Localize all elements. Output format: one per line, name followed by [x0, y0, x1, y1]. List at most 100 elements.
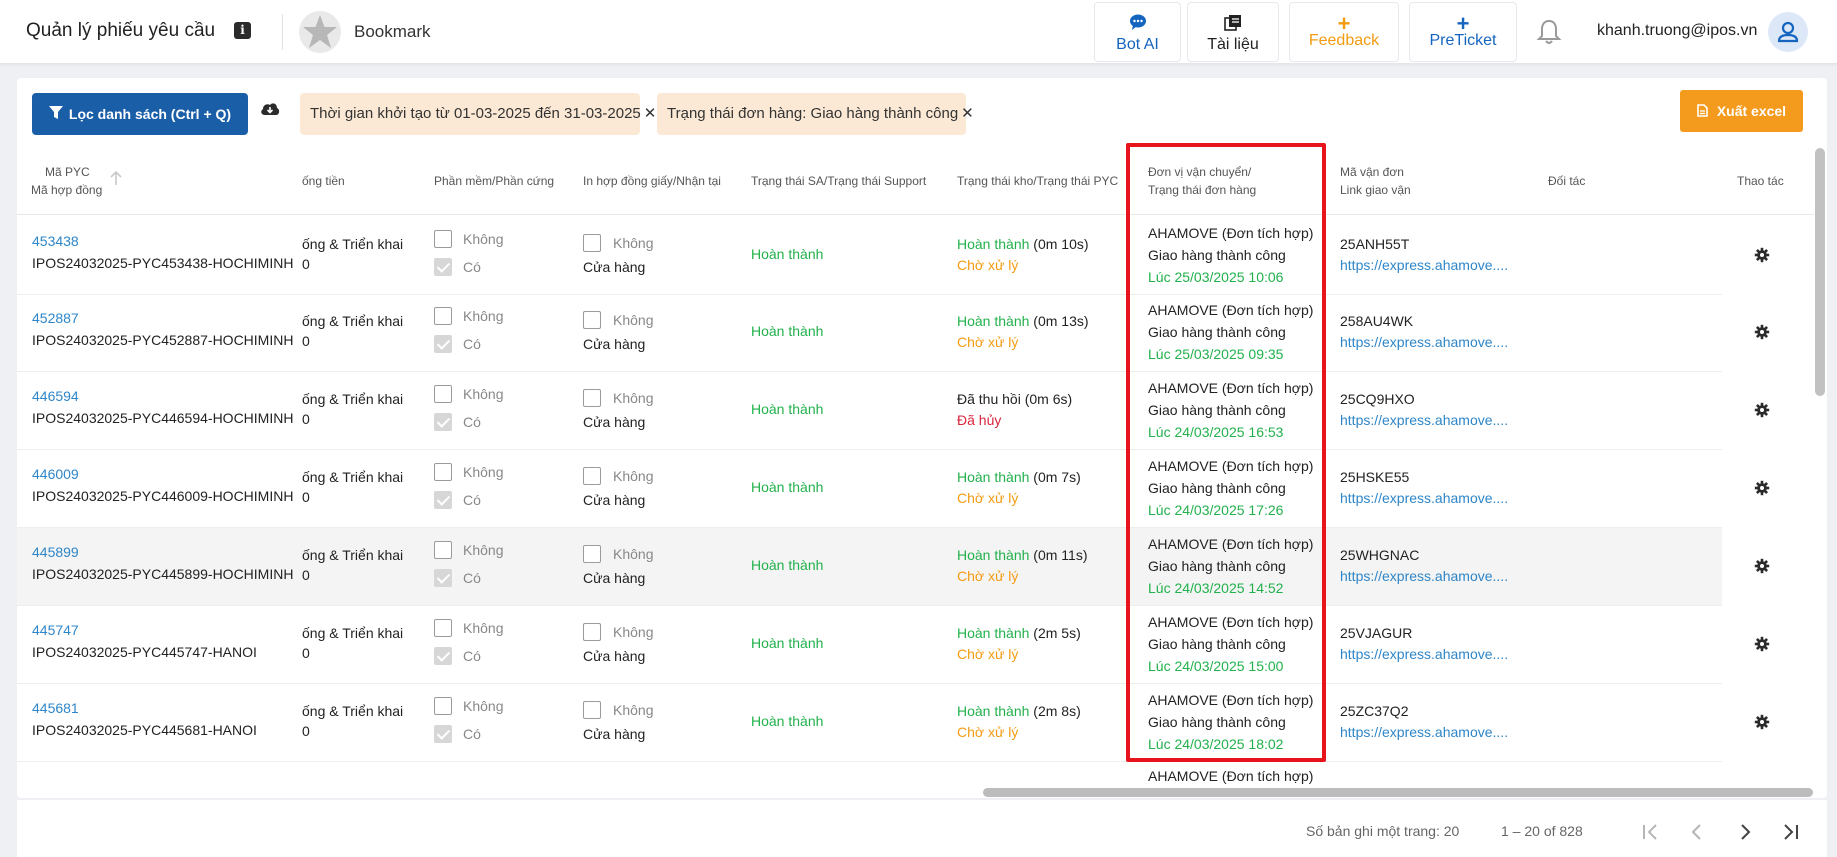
pyc-id-link[interactable]: 445899	[32, 542, 79, 562]
header-doi-tac[interactable]: Đối tác	[1548, 172, 1585, 190]
header-don-vi-van-chuyen[interactable]: Đơn vị vận chuyển/	[1148, 163, 1251, 181]
checkbox-print-contract[interactable]	[583, 623, 601, 641]
warehouse-status-text: Hoàn thành	[957, 236, 1030, 252]
contract-code: IPOS24032025-PYC445899-HOCHIMINH	[32, 566, 294, 582]
checkbox-software-khong[interactable]	[434, 541, 452, 559]
checkbox-print-contract[interactable]	[583, 389, 601, 407]
header-in-hop-dong[interactable]: In hợp đồng giấy/Nhận tại	[583, 172, 721, 190]
pyc-id-link[interactable]: 445747	[32, 620, 79, 640]
cloud-download-icon[interactable]	[260, 100, 280, 118]
tracking-link[interactable]: https://express.ahamove....	[1340, 566, 1508, 586]
table-row[interactable]: 445747 IPOS24032025-PYC445747-HANOI ống & …	[17, 606, 1770, 684]
user-email[interactable]: khanh.truong@ipos.vn	[1597, 22, 1757, 40]
tracking-link[interactable]: https://express.ahamove....	[1340, 255, 1508, 275]
next-page-icon[interactable]	[1733, 820, 1757, 844]
table-row[interactable]: 446009 IPOS24032025-PYC446009-HOCHIMINH ốn…	[17, 450, 1770, 528]
header-ma-hop-dong[interactable]: Mã hợp đồng	[31, 181, 102, 199]
header-trang-thai-sa[interactable]: Trạng thái SA/Trạng thái Support	[751, 172, 926, 190]
checkbox-hardware-co[interactable]	[434, 647, 452, 665]
warehouse-status-text: Hoàn thành	[957, 625, 1030, 641]
table-row[interactable]: 452887 IPOS24032025-PYC452887-HOCHIMINH ốn…	[17, 294, 1770, 372]
delivery-time: Lúc 25/03/2025 10:06	[1148, 269, 1284, 285]
first-page-icon[interactable]	[1638, 820, 1662, 844]
settings-gear-icon[interactable]	[1754, 636, 1770, 652]
settings-gear-icon[interactable]	[1754, 402, 1770, 418]
settings-gear-icon[interactable]	[1754, 558, 1770, 574]
pyc-status: Chờ xử lý	[957, 490, 1019, 506]
checkbox-software-khong[interactable]	[434, 619, 452, 637]
info-icon[interactable]: i	[234, 22, 251, 39]
header-trang-thai-kho[interactable]: Trạng thái kho/Trạng thái PYC	[957, 172, 1118, 190]
pyc-id-link[interactable]: 446594	[32, 386, 79, 406]
vertical-scrollbar[interactable]	[1815, 148, 1825, 396]
checkbox-hardware-co[interactable]	[434, 258, 452, 276]
table-row[interactable]: 445899 IPOS24032025-PYC445899-HOCHIMINH ốn…	[17, 528, 1770, 606]
header-thu-tien[interactable]: ống tiền	[302, 172, 345, 190]
tracking-link[interactable]: https://express.ahamove....	[1340, 410, 1508, 430]
filter-chip-order-status[interactable]: Trạng thái đơn hàng: Giao hàng thành côn…	[657, 93, 974, 135]
header-ma-pyc[interactable]: Mã PYC	[45, 163, 90, 181]
export-excel-button[interactable]: Xuất excel	[1680, 90, 1803, 132]
bot-ai-button[interactable]: Bot AI	[1094, 2, 1181, 62]
warehouse-duration: (0m 7s)	[1033, 469, 1081, 485]
checkbox-print-contract[interactable]	[583, 234, 601, 252]
per-page-label[interactable]: Số bản ghi một trang: 20	[1306, 823, 1459, 839]
pyc-status: Chờ xử lý	[957, 334, 1019, 350]
checkbox-hardware-co[interactable]	[434, 335, 452, 353]
bookmark-label[interactable]: Bookmark	[354, 22, 431, 42]
settings-gear-icon[interactable]	[1754, 714, 1770, 730]
tracking-link[interactable]: https://express.ahamove....	[1340, 488, 1508, 508]
pyc-id-link[interactable]: 453438	[32, 231, 79, 251]
checkbox-hardware-co[interactable]	[434, 491, 452, 509]
table-row[interactable]: 445681 IPOS24032025-PYC445681-HANOI ống & …	[17, 684, 1770, 762]
checkbox-software-khong[interactable]	[434, 697, 452, 715]
checkbox-software-khong[interactable]	[434, 385, 452, 403]
settings-gear-icon[interactable]	[1754, 480, 1770, 496]
checkbox-print-contract[interactable]	[583, 467, 601, 485]
checkbox-hardware-co[interactable]	[434, 413, 452, 431]
last-page-icon[interactable]	[1779, 820, 1803, 844]
bookmark-star-icon[interactable]	[298, 10, 342, 54]
horizontal-scrollbar[interactable]	[983, 788, 1813, 797]
feedback-button[interactable]: + Feedback	[1289, 2, 1399, 62]
header-link-giao-van[interactable]: Link giao vận	[1340, 181, 1411, 199]
pyc-id-link[interactable]: 445681	[32, 698, 79, 718]
sa-status: Hoàn thành	[751, 713, 824, 729]
table-row[interactable]: 446594 IPOS24032025-PYC446594-HOCHIMINH ốn…	[17, 372, 1770, 450]
checkbox-print-contract[interactable]	[583, 701, 601, 719]
checkbox-software-khong[interactable]	[434, 230, 452, 248]
tracking-link[interactable]: https://express.ahamove....	[1340, 644, 1508, 664]
checkbox-software-khong[interactable]	[434, 307, 452, 325]
close-icon[interactable]: ✕	[644, 105, 657, 122]
contract-code: IPOS24032025-PYC453438-HOCHIMINH	[32, 255, 294, 271]
preticket-button[interactable]: + PreTicket	[1409, 2, 1517, 62]
checkbox-software-khong[interactable]	[434, 463, 452, 481]
notification-bell-icon[interactable]	[1536, 18, 1562, 46]
user-avatar[interactable]	[1768, 12, 1808, 52]
documents-label: Tài liệu	[1207, 36, 1259, 53]
table-row[interactable]: 453438 IPOS24032025-PYC453438-HOCHIMINH ốn…	[17, 217, 1770, 295]
settings-gear-icon[interactable]	[1754, 247, 1770, 263]
close-icon[interactable]: ✕	[961, 105, 974, 122]
filter-chip-date[interactable]: Thời gian khởi tạo từ 01-03-2025 đến 31-…	[300, 93, 656, 135]
pyc-id-link[interactable]: 446009	[32, 464, 79, 484]
settings-gear-icon[interactable]	[1754, 324, 1770, 340]
filter-list-button[interactable]: Lọc danh sách (Ctrl + Q)	[32, 93, 248, 135]
checkbox-print-contract[interactable]	[583, 545, 601, 563]
sort-arrow-icon[interactable]	[109, 170, 123, 186]
tracking-code: 25WHGNAC	[1340, 547, 1420, 563]
checkbox-print-contract[interactable]	[583, 311, 601, 329]
warehouse-status: Hoàn thành (0m 11s)	[957, 545, 1088, 565]
prev-page-icon[interactable]	[1685, 820, 1709, 844]
tracking-code: 25ZC37Q2	[1340, 703, 1409, 719]
tracking-link[interactable]: https://express.ahamove....	[1340, 332, 1508, 352]
header-ma-van-don[interactable]: Mã vận đơn	[1340, 163, 1404, 181]
checkbox-hardware-co[interactable]	[434, 569, 452, 587]
documents-button[interactable]: Tài liệu	[1187, 2, 1279, 62]
label-co: Có	[463, 648, 481, 664]
header-phan-mem[interactable]: Phần mềm/Phần cứng	[434, 172, 554, 190]
checkbox-hardware-co[interactable]	[434, 725, 452, 743]
pyc-id-link[interactable]: 452887	[32, 308, 79, 328]
header-trang-thai-don-hang[interactable]: Trạng thái đơn hàng	[1148, 181, 1256, 199]
tracking-link[interactable]: https://express.ahamove....	[1340, 722, 1508, 742]
